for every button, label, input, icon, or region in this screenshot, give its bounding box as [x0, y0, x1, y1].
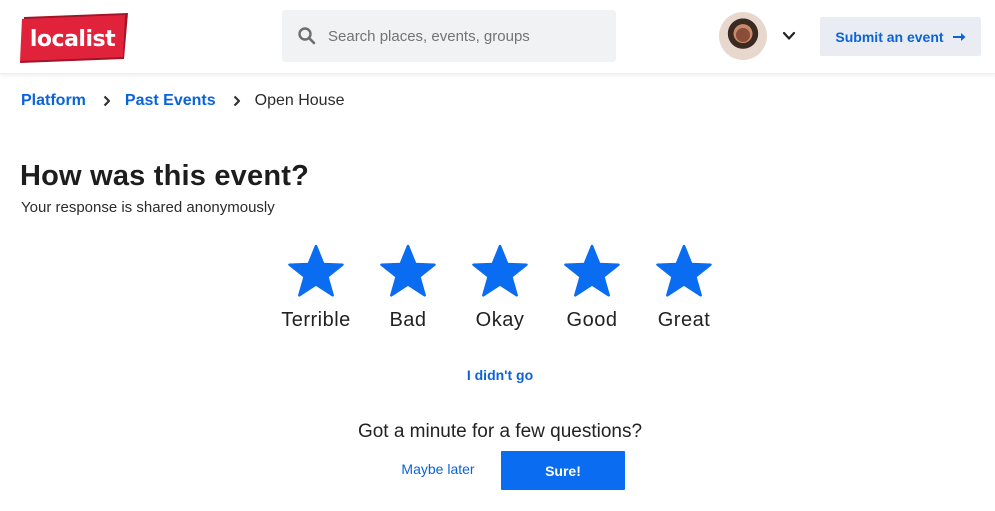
star-icon — [288, 244, 344, 297]
site-header: localist Submit an event — [0, 0, 995, 74]
breadcrumb: Platform Past Events Open House — [21, 90, 344, 112]
breadcrumb-current: Open House — [254, 92, 345, 109]
sure-button[interactable]: Sure! — [501, 451, 625, 490]
rating-label: Good — [566, 309, 618, 331]
arrow-right-icon — [952, 32, 966, 41]
star-icon — [564, 244, 620, 297]
rating-good[interactable]: Good — [546, 244, 638, 339]
page-title: How was this event? — [20, 160, 310, 192]
search-icon — [298, 27, 316, 45]
search-input[interactable] — [328, 10, 608, 62]
breadcrumb-link-past-events[interactable]: Past Events — [125, 92, 216, 110]
rating-label: Okay — [475, 309, 525, 331]
rating-bad[interactable]: Bad — [362, 244, 454, 339]
star-icon — [472, 244, 528, 297]
submit-event-button[interactable]: Submit an event — [820, 17, 981, 56]
rating-okay[interactable]: Okay — [454, 244, 546, 339]
page-subtitle: Your response is shared anonymously — [21, 199, 275, 216]
submit-event-label: Submit an event — [835, 28, 944, 45]
survey-question: Got a minute for a few questions? — [357, 421, 643, 442]
star-icon — [380, 244, 436, 297]
chevron-right-icon — [103, 95, 111, 107]
chevron-right-icon — [233, 95, 240, 107]
chevron-down-icon[interactable] — [781, 28, 797, 44]
rating-label: Terrible — [281, 309, 351, 331]
search-bar[interactable] — [282, 10, 616, 62]
user-avatar[interactable] — [719, 12, 767, 60]
avatar-face — [736, 28, 750, 42]
rating-great[interactable]: Great — [638, 244, 730, 339]
rating-label: Great — [657, 309, 711, 331]
rating-options: Terrible Bad Okay Good Great — [270, 244, 730, 339]
breadcrumb-link-platform[interactable]: Platform — [21, 92, 86, 110]
rating-terrible[interactable]: Terrible — [270, 244, 362, 339]
rating-label: Bad — [389, 309, 427, 331]
didnt-go-link[interactable]: I didn't go — [400, 367, 600, 383]
star-icon — [656, 244, 712, 297]
maybe-later-link[interactable]: Maybe later — [380, 461, 496, 477]
localist-logo[interactable]: localist — [20, 13, 129, 63]
logo-text: localist — [29, 27, 116, 52]
